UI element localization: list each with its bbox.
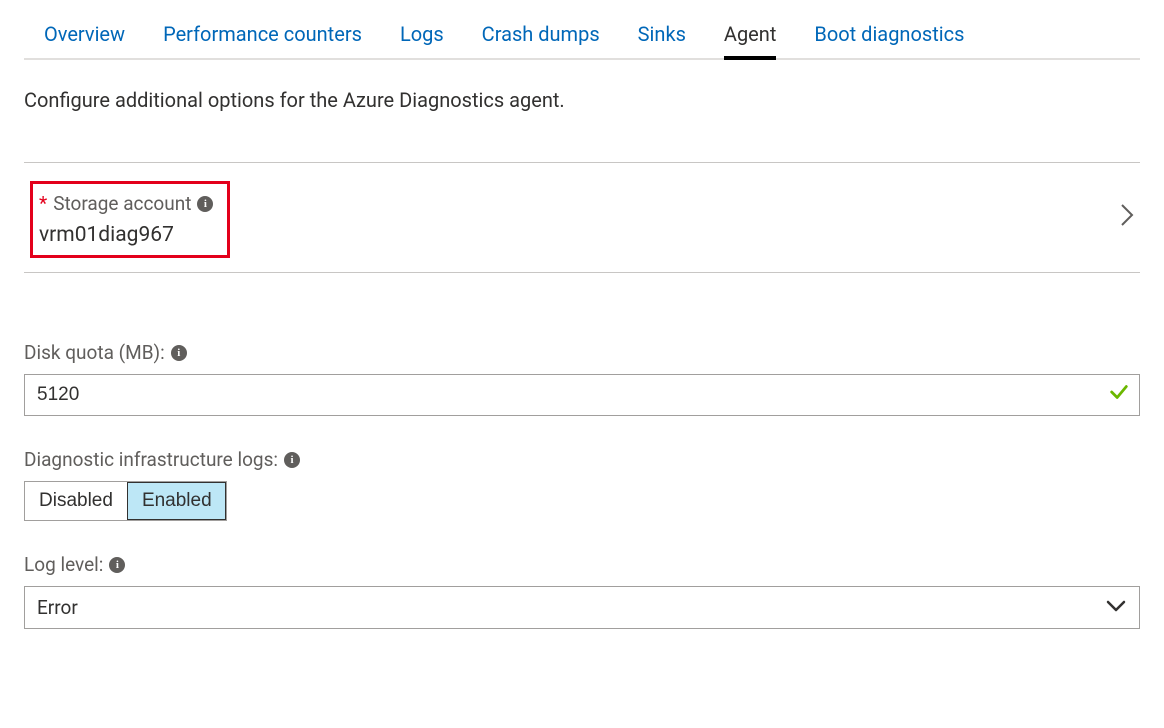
storage-account-row[interactable]: * Storage account i vrm01diag967 bbox=[24, 163, 1140, 272]
infra-logs-group: Diagnostic infrastructure logs: i Disabl… bbox=[24, 448, 1140, 521]
disk-quota-input[interactable] bbox=[24, 374, 1140, 416]
valid-check-icon bbox=[1108, 381, 1130, 409]
tabs-bar: Overview Performance counters Logs Crash… bbox=[24, 20, 1140, 60]
info-icon[interactable]: i bbox=[109, 557, 125, 573]
intro-text: Configure additional options for the Azu… bbox=[24, 88, 1140, 112]
log-level-group: Log level: i Error bbox=[24, 553, 1140, 629]
divider bbox=[24, 272, 1140, 273]
chevron-right-icon bbox=[1120, 203, 1140, 233]
infra-logs-toggle: Disabled Enabled bbox=[24, 481, 227, 521]
tab-agent[interactable]: Agent bbox=[724, 22, 776, 60]
info-icon[interactable]: i bbox=[284, 452, 300, 468]
storage-account-label: Storage account bbox=[53, 192, 191, 215]
tab-logs[interactable]: Logs bbox=[400, 22, 444, 60]
tab-performance-counters[interactable]: Performance counters bbox=[163, 22, 362, 60]
tab-crash-dumps[interactable]: Crash dumps bbox=[482, 22, 600, 60]
infra-logs-label: Diagnostic infrastructure logs: bbox=[24, 448, 278, 471]
info-icon[interactable]: i bbox=[197, 196, 213, 212]
storage-account-highlight: * Storage account i vrm01diag967 bbox=[30, 181, 230, 258]
tab-boot-diagnostics[interactable]: Boot diagnostics bbox=[814, 22, 964, 60]
storage-account-value: vrm01diag967 bbox=[39, 223, 213, 247]
info-icon[interactable]: i bbox=[171, 345, 187, 361]
infra-logs-disabled-button[interactable]: Disabled bbox=[25, 482, 127, 520]
log-level-select[interactable]: Error bbox=[24, 586, 1140, 629]
log-level-label: Log level: bbox=[24, 553, 103, 576]
disk-quota-group: Disk quota (MB): i bbox=[24, 341, 1140, 416]
infra-logs-enabled-button[interactable]: Enabled bbox=[127, 482, 226, 520]
tab-overview[interactable]: Overview bbox=[44, 22, 125, 60]
required-star: * bbox=[39, 192, 47, 215]
disk-quota-label: Disk quota (MB): bbox=[24, 341, 165, 364]
tab-sinks[interactable]: Sinks bbox=[638, 22, 686, 60]
